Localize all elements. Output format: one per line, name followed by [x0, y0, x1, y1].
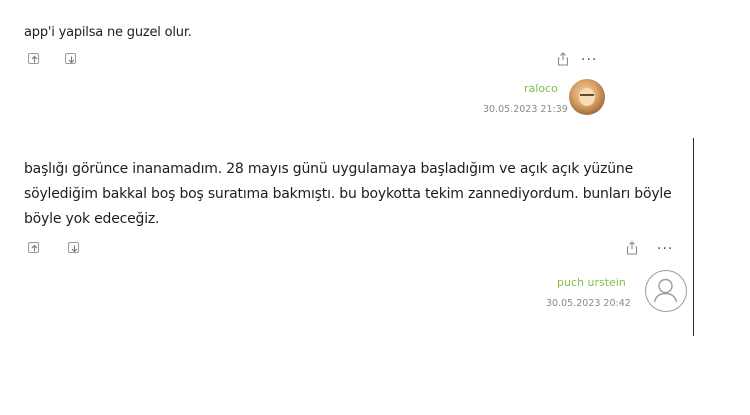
downvote-icon[interactable]: [65, 53, 76, 64]
upvote-icon[interactable]: [28, 242, 39, 253]
more-icon[interactable]: ···: [657, 242, 673, 256]
author-name[interactable]: puch urstein: [557, 276, 626, 289]
default-avatar-icon[interactable]: [645, 270, 687, 312]
share-icon[interactable]: [557, 52, 569, 66]
downvote-icon[interactable]: [68, 242, 79, 253]
entry-text-1: app'i yapilsa ne guzel olur.: [24, 25, 192, 40]
entry-date[interactable]: 30.05.2023 21:39: [483, 104, 568, 115]
vertical-divider: [693, 138, 694, 336]
user-silhouette-icon: [653, 278, 678, 303]
entry-text-2: başlığı görünce inanamadım. 28 mayıs gün…: [24, 161, 672, 227]
more-icon[interactable]: ···: [581, 53, 597, 67]
share-icon[interactable]: [626, 241, 638, 255]
entry-date[interactable]: 30.05.2023 20:42: [546, 298, 631, 309]
avatar-glasses: [580, 94, 594, 100]
avatar-photo[interactable]: [569, 79, 605, 115]
upvote-icon[interactable]: [28, 53, 39, 64]
author-name[interactable]: raloco: [524, 82, 558, 95]
